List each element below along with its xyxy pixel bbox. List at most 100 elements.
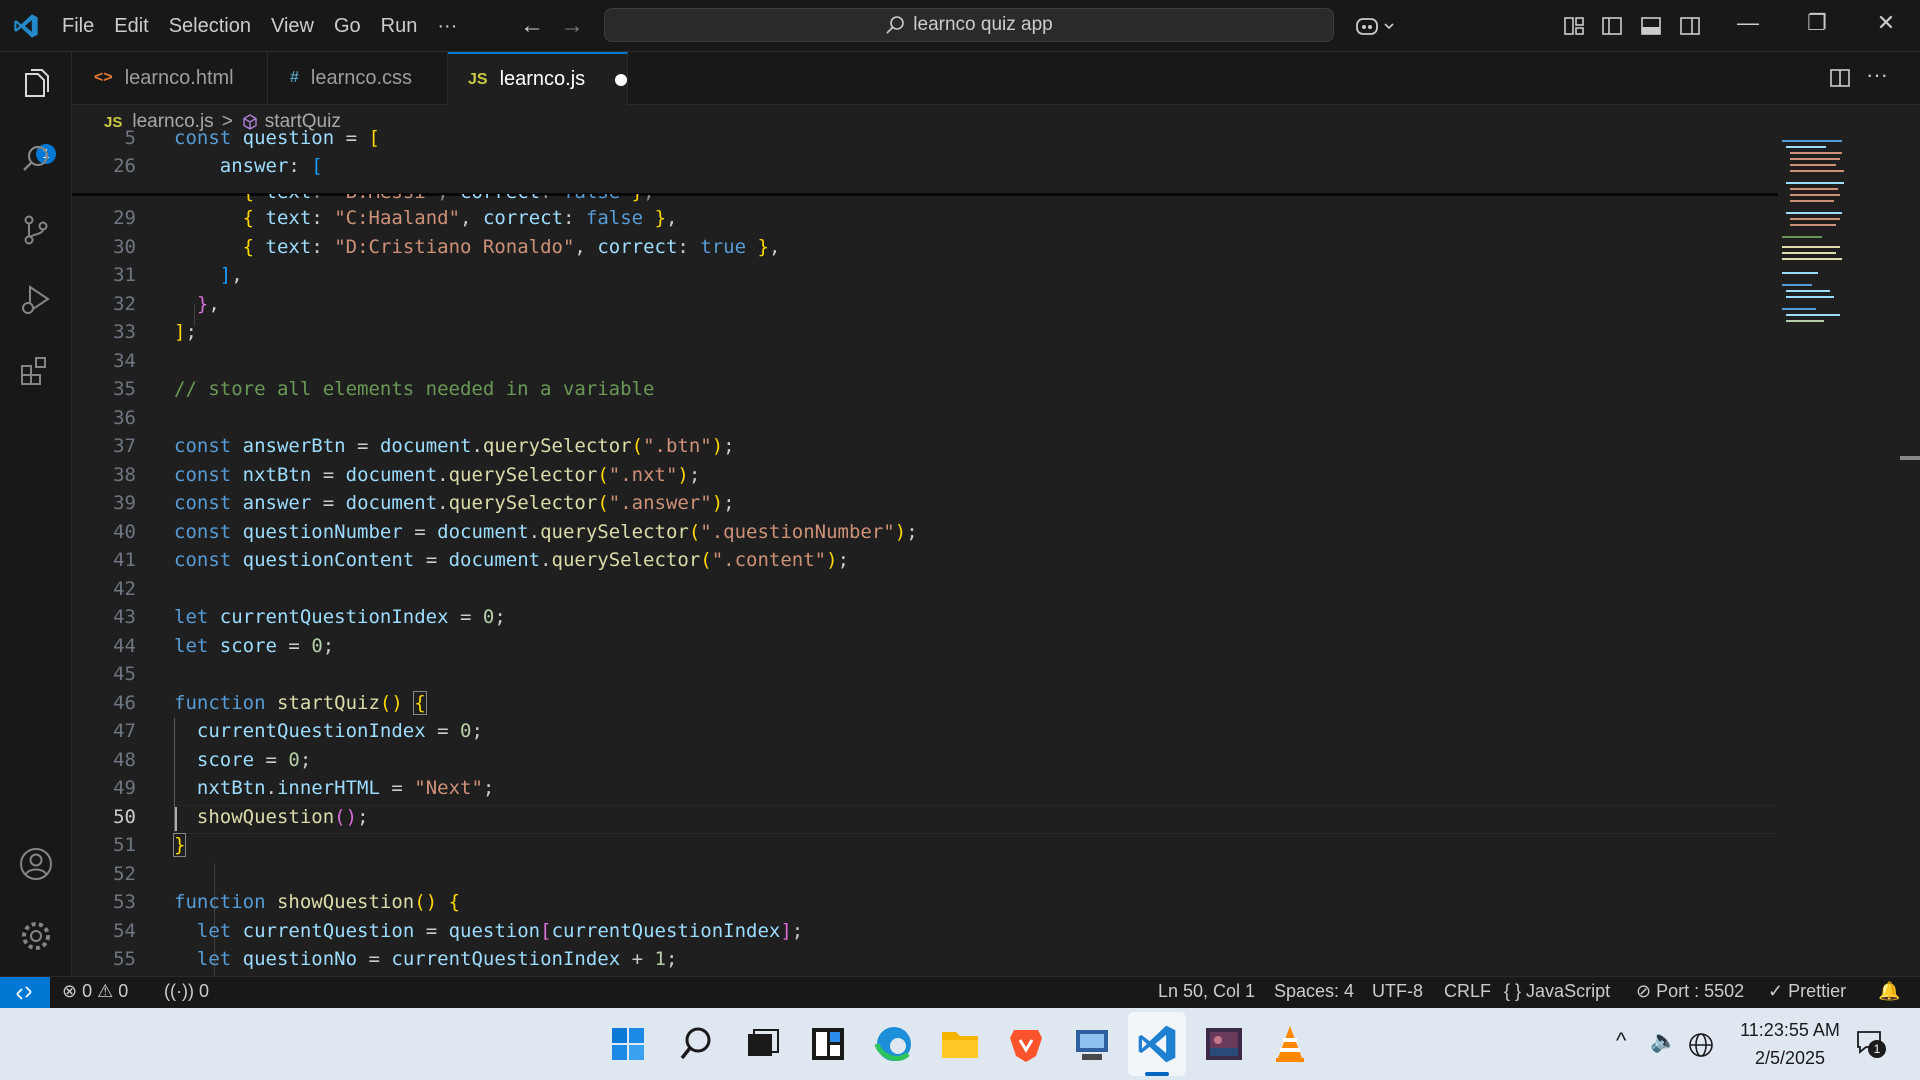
broadcast-icon: ((·)) [164,981,194,1001]
explorer-icon[interactable] [16,66,56,106]
ports-status[interactable]: ((·)) 0 [164,981,209,1002]
settings-gear-icon[interactable] [16,916,56,956]
menu-edit[interactable]: Edit [104,15,158,38]
tab-learnco-css[interactable]: # learnco.css [268,52,448,104]
forward-arrow-icon[interactable]: → [560,12,584,40]
title-bar: File Edit Selection View Go Run ··· ← → … [0,0,1920,52]
menu-selection[interactable]: Selection [159,15,261,38]
code-line: 44 let score = 0; [113,634,335,657]
active-app-indicator [1145,1072,1169,1076]
minimap[interactable] [1782,136,1892,336]
accounts-icon[interactable] [16,844,56,884]
editor-tab-bar: <> learnco.html # learnco.css JS learnco… [72,52,1920,105]
network-globe-icon[interactable] [1688,1032,1714,1058]
warning-icon: ⚠ [97,981,114,1001]
minimize-button[interactable]: — [1728,10,1768,36]
indentation-status[interactable]: Spaces: 4 [1274,981,1354,1002]
problems-status[interactable]: ⊗ 0 ⚠ 0 [62,981,128,1002]
network-app-icon[interactable] [1070,1022,1114,1066]
code-line: 52 [113,862,136,885]
clock-date: 2/5/2025 [1754,1048,1826,1068]
menu-view[interactable]: View [261,15,324,38]
error-icon: ⊗ [62,981,78,1001]
vlc-player-icon[interactable] [1268,1022,1312,1066]
source-control-icon[interactable] [16,210,56,250]
prettier-status[interactable]: ✓ Prettier [1768,981,1846,1002]
tab-learnco-html[interactable]: <> learnco.html [72,52,268,104]
volume-icon[interactable]: 🔈 [1650,1028,1677,1054]
customize-layout-icon[interactable] [1562,14,1586,38]
code-line: 37 const answerBtn = document.querySelect… [113,435,735,457]
live-server-port[interactable]: ⊘ Port : 5502 [1636,981,1744,1002]
search-text: learnco quiz app [913,14,1053,35]
task-view-icon[interactable] [740,1022,784,1066]
code-line: 33]; [113,321,197,343]
code-line: 34 [113,349,136,372]
braces-icon: { } [1504,981,1522,1001]
restore-button[interactable]: ❐ [1797,10,1837,36]
code-line: 54 let currentQuestion = question[curren… [113,919,804,942]
code-line: 40 const questionNumber = document.queryS… [113,520,918,543]
code-editor[interactable]: 5 const question = [ 26 answer: [ { text:… [72,127,1920,976]
vscode-taskbar-icon[interactable] [1135,1022,1179,1066]
code-line: 38 const nxtBtn = document.querySelector(… [113,463,701,486]
more-actions-icon[interactable]: ··· [1866,62,1888,88]
back-arrow-icon[interactable]: ← [520,12,544,40]
vscode-logo-icon[interactable] [12,12,40,40]
cursor-position[interactable]: Ln 50, Col 1 [1158,981,1255,1002]
search-icon[interactable] [16,140,56,180]
tab-label: learnco.html [124,66,234,89]
notification-center-icon[interactable]: 1 [1856,1030,1886,1060]
menu-run[interactable]: Run [371,15,428,38]
code-line: 30 { text: "D:Cristiano Ronaldo", correc… [113,235,781,258]
code-line: 48 score = 0; [113,748,312,771]
eol-status[interactable]: CRLF [1444,981,1491,1002]
menu-go[interactable]: Go [324,15,371,38]
tab-learnco-js[interactable]: JS learnco.js [448,52,628,105]
brave-browser-icon[interactable] [1004,1022,1048,1066]
edge-browser-icon[interactable] [872,1022,916,1066]
scrollbar-thumb[interactable] [1900,456,1920,460]
activity-bar: 1 [0,52,72,976]
command-center-search[interactable]: learnco quiz app [604,8,1334,42]
copilot-icon[interactable] [1354,14,1398,38]
remote-indicator[interactable] [0,977,50,1008]
html-file-icon: <> [94,69,113,86]
code-line: 41 const questionContent = document.query… [113,549,850,571]
widgets-icon[interactable] [806,1022,850,1066]
notifications-bell-icon[interactable]: 🔔 [1878,981,1900,1002]
start-windows-icon[interactable] [606,1022,650,1066]
double-check-icon: ✓ [1768,981,1784,1001]
code-line: 29 { text: "C:Haaland", correct: false }… [113,207,678,229]
toggle-panel-icon[interactable] [1639,14,1663,38]
taskbar-search-icon[interactable] [674,1022,718,1066]
code-line: 49 nxtBtn.innerHTML = "Next"; [113,777,495,799]
code-line: 46 function startQuiz() { [113,690,427,715]
extensions-icon[interactable] [16,350,56,390]
split-editor-icon[interactable] [1828,66,1852,90]
encoding-status[interactable]: UTF-8 [1372,981,1423,1002]
code-line: 53 function showQuestion() { [113,891,461,913]
menu-file[interactable]: File [52,15,104,38]
code-line: 26 answer: [ [113,155,323,177]
code-line: 47 currentQuestionIndex = 0; [113,720,483,742]
toggle-secondary-sidebar-icon[interactable] [1678,14,1702,38]
show-hidden-icons-chevron-icon[interactable]: ^ [1616,1028,1626,1054]
code-line: 51} [113,833,187,857]
tab-label: learnco.css [310,66,413,89]
clock-time: 11:23:55 AM [1740,1020,1840,1040]
code-line: 39 const answer = document.querySelector(… [113,492,735,514]
code-line: 42 [113,577,136,600]
unsaved-dot-icon[interactable] [615,73,627,86]
file-explorer-icon[interactable] [938,1022,982,1066]
windows-taskbar: ^ 🔈 11:23:55 AM 2/5/2025 1 [0,1008,1920,1080]
photos-app-icon[interactable] [1202,1022,1246,1066]
close-button[interactable]: ✕ [1866,10,1906,36]
run-debug-icon[interactable] [16,280,56,320]
menu-more[interactable]: ··· [427,15,467,38]
code-line: 43 let currentQuestionIndex = 0; [113,606,506,628]
language-mode[interactable]: { } JavaScript [1504,981,1610,1002]
system-clock[interactable]: 11:23:55 AM 2/5/2025 [1720,1016,1860,1072]
toggle-primary-sidebar-icon[interactable] [1600,14,1624,38]
code-line-current: 50 showQuestion(); [113,805,369,828]
